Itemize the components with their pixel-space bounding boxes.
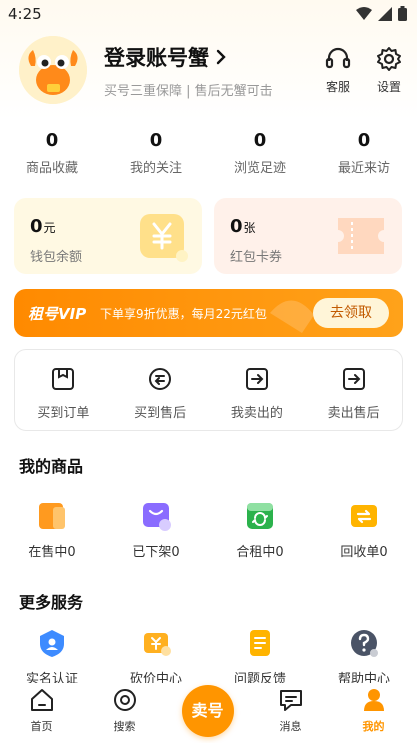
coupon-card[interactable]: 0张 红包卡券 xyxy=(214,198,402,274)
stat-value: 0 xyxy=(357,130,371,151)
tab-messages[interactable]: 消息 xyxy=(249,683,332,743)
wallet-value: 0元 xyxy=(30,216,56,237)
stat-value: 0 xyxy=(149,130,163,151)
stat-visitors[interactable]: 0 最近来访 xyxy=(312,130,416,176)
service-help[interactable]: 帮助中心 xyxy=(312,628,416,687)
signal-icon xyxy=(378,6,392,21)
stat-label: 商品收藏 xyxy=(25,161,78,176)
stats-row: 0 商品收藏 0 我的关注 0 浏览足迹 0 最近来访 xyxy=(0,130,417,176)
stat-value: 0 xyxy=(253,130,267,151)
status-bar: 4:25 xyxy=(0,0,417,30)
stat-label: 最近来访 xyxy=(337,161,390,176)
vip-banner[interactable]: 租号VIP 下单享9折优惠，每月22元红包 去领取 xyxy=(14,289,403,337)
tab-label: 首页 xyxy=(30,720,53,733)
tab-mine[interactable]: 我的 xyxy=(332,683,415,743)
status-icons xyxy=(356,6,407,21)
goods-label: 在售中0 xyxy=(28,545,76,560)
login-subtitle: 买号三重保障 | 售后无蟹可击 xyxy=(104,84,273,99)
user-icon xyxy=(363,689,384,711)
on-sale-icon xyxy=(39,503,65,529)
tab-home[interactable]: 首页 xyxy=(0,683,83,743)
order-sold[interactable]: 我卖出的 xyxy=(209,350,306,430)
avatar[interactable] xyxy=(19,36,87,104)
orders-panel: 买到订单 买到售后 我卖出的 卖出售后 xyxy=(14,349,403,431)
search-icon xyxy=(113,689,136,711)
page: 4:25 登录账号蟹 买号三重保障 | 售后无蟹可击 客服 设置 0 商品收藏 … xyxy=(0,0,417,743)
status-time: 4:25 xyxy=(8,5,42,23)
export-icon xyxy=(342,368,365,390)
help-icon xyxy=(351,630,378,657)
goods-label: 合租中0 xyxy=(236,545,284,560)
stat-history[interactable]: 0 浏览足迹 xyxy=(208,130,312,176)
bargain-icon xyxy=(144,633,171,656)
tab-search[interactable]: 搜索 xyxy=(83,683,166,743)
settings-button[interactable]: 设置 xyxy=(369,46,409,95)
vip-title: 租号VIP xyxy=(28,305,87,323)
my-goods-grid: 在售中0 已下架0 合租中0 回收单0 xyxy=(0,501,417,560)
order-label: 卖出售后 xyxy=(327,406,380,421)
bookmark-icon xyxy=(52,368,75,390)
stat-label: 我的关注 xyxy=(129,161,182,176)
ticket-icon xyxy=(338,218,384,254)
sell-button[interactable]: 卖号 xyxy=(181,685,234,737)
battery-icon xyxy=(398,6,407,21)
wallet-label: 钱包余额 xyxy=(30,250,83,265)
stat-value: 0 xyxy=(45,130,59,151)
settings-label: 设置 xyxy=(376,80,401,94)
login-title[interactable]: 登录账号蟹 xyxy=(104,42,227,72)
home-icon xyxy=(30,689,53,711)
order-label: 买到订单 xyxy=(37,406,90,421)
recycle-icon xyxy=(351,505,377,527)
coupon-value: 0张 xyxy=(230,216,256,237)
order-sold-aftersale[interactable]: 卖出售后 xyxy=(305,350,402,430)
customer-service-button[interactable]: 客服 xyxy=(318,46,358,95)
my-goods-title: 我的商品 xyxy=(19,457,84,476)
goods-shared-rent[interactable]: 合租中0 xyxy=(208,501,312,560)
stat-following[interactable]: 0 我的关注 xyxy=(104,130,208,176)
order-label: 我卖出的 xyxy=(230,406,283,421)
goods-recycle[interactable]: 回收单0 xyxy=(312,501,416,560)
goods-label: 回收单0 xyxy=(340,545,388,560)
goods-off-shelf[interactable]: 已下架0 xyxy=(104,501,208,560)
wallet-card[interactable]: 0元 钱包余额 xyxy=(14,198,202,274)
service-bargain[interactable]: 砍价中心 xyxy=(104,628,208,687)
stat-favorites[interactable]: 0 商品收藏 xyxy=(0,130,104,176)
wifi-icon xyxy=(356,6,372,20)
message-icon xyxy=(279,690,302,711)
order-label: 买到售后 xyxy=(134,406,187,421)
login-title-text: 登录账号蟹 xyxy=(104,46,209,70)
yen-card-icon xyxy=(140,214,188,262)
gear-icon xyxy=(377,47,401,71)
service-feedback[interactable]: 问题反馈 xyxy=(208,628,312,687)
tab-bar: 首页 搜索 卖号 消息 我的 xyxy=(0,683,417,743)
customer-service-label: 客服 xyxy=(325,80,350,94)
service-real-name[interactable]: 实名认证 xyxy=(0,628,104,687)
tab-label: 我的 xyxy=(362,720,385,733)
tab-label: 消息 xyxy=(279,720,302,733)
tab-label: 搜索 xyxy=(113,720,136,733)
coupon-label: 红包卡券 xyxy=(230,250,283,265)
order-bought[interactable]: 买到订单 xyxy=(15,350,112,430)
shared-rent-icon xyxy=(247,503,273,529)
crab-mascot-icon xyxy=(19,36,87,104)
chevron-right-icon xyxy=(216,49,226,65)
shield-icon xyxy=(40,630,64,657)
more-services-title: 更多服务 xyxy=(19,593,84,612)
goods-on-sale[interactable]: 在售中0 xyxy=(0,501,104,560)
return-icon xyxy=(149,368,172,390)
feedback-icon xyxy=(250,630,270,656)
more-services-grid: 实名认证 砍价中心 问题反馈 帮助中心 xyxy=(0,628,417,687)
stat-label: 浏览足迹 xyxy=(233,161,286,176)
goods-label: 已下架0 xyxy=(132,545,180,560)
vip-claim-button[interactable]: 去领取 xyxy=(313,298,389,328)
headset-icon xyxy=(325,47,351,69)
vip-description: 下单享9折优惠，每月22元红包 xyxy=(100,307,267,321)
order-bought-aftersale[interactable]: 买到售后 xyxy=(112,350,209,430)
off-shelf-icon xyxy=(143,503,171,531)
tab-sell[interactable]: 卖号 xyxy=(166,683,249,743)
export-icon xyxy=(245,368,268,390)
